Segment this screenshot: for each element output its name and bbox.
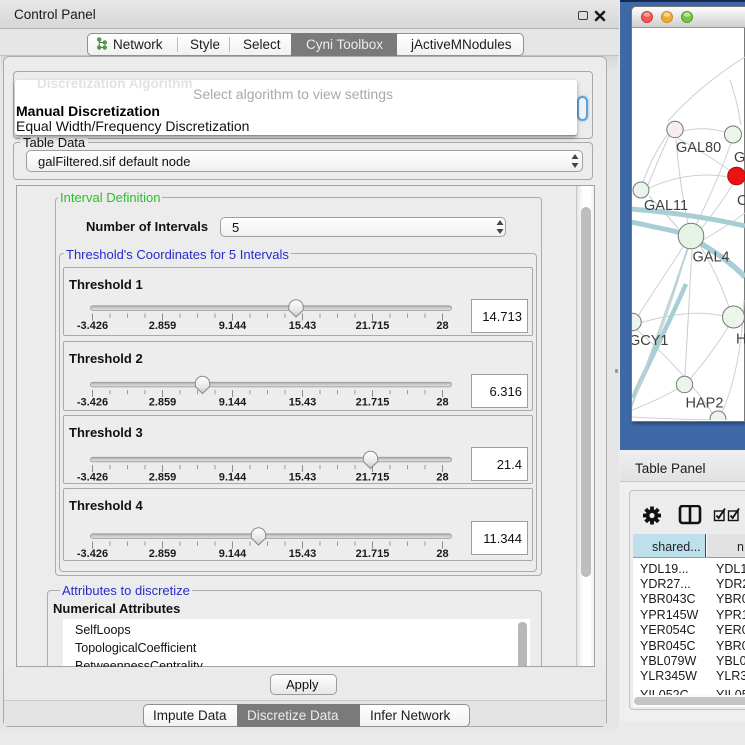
svg-text:H: H [736, 332, 745, 348]
svg-text:15.43: 15.43 [288, 397, 316, 409]
svg-text:GAL4: GAL4 [693, 250, 730, 266]
svg-text:-3.426: -3.426 [76, 548, 107, 560]
svg-text:9.144: 9.144 [218, 548, 246, 560]
svg-text:28: 28 [436, 471, 448, 483]
svg-text:28: 28 [436, 397, 448, 409]
svg-text:GAL: GAL [734, 150, 745, 166]
svg-text:GCY1: GCY1 [632, 333, 669, 349]
svg-text:15.43: 15.43 [288, 548, 316, 560]
svg-text:21.715: 21.715 [355, 397, 389, 409]
svg-text:15.43: 15.43 [288, 320, 316, 332]
svg-text:15.43: 15.43 [288, 471, 316, 483]
svg-text:2.859: 2.859 [148, 471, 176, 483]
svg-text:21.715: 21.715 [355, 548, 389, 560]
svg-text:-3.426: -3.426 [76, 471, 107, 483]
svg-text:-3.426: -3.426 [76, 397, 107, 409]
svg-text:HAP2: HAP2 [686, 396, 724, 412]
svg-text:28: 28 [436, 320, 448, 332]
svg-text:21.715: 21.715 [355, 471, 389, 483]
svg-text:GAL11: GAL11 [644, 198, 688, 214]
svg-text:9.144: 9.144 [218, 397, 246, 409]
svg-text:9.144: 9.144 [218, 471, 246, 483]
svg-text:2.859: 2.859 [148, 320, 176, 332]
svg-text:2.859: 2.859 [148, 548, 176, 560]
svg-text:C: C [737, 193, 745, 209]
svg-text:28: 28 [436, 548, 448, 560]
svg-text:21.715: 21.715 [355, 320, 389, 332]
svg-text:-3.426: -3.426 [76, 320, 107, 332]
svg-text:GAL80: GAL80 [676, 140, 721, 156]
svg-text:2.859: 2.859 [148, 397, 176, 409]
svg-text:9.144: 9.144 [218, 320, 246, 332]
